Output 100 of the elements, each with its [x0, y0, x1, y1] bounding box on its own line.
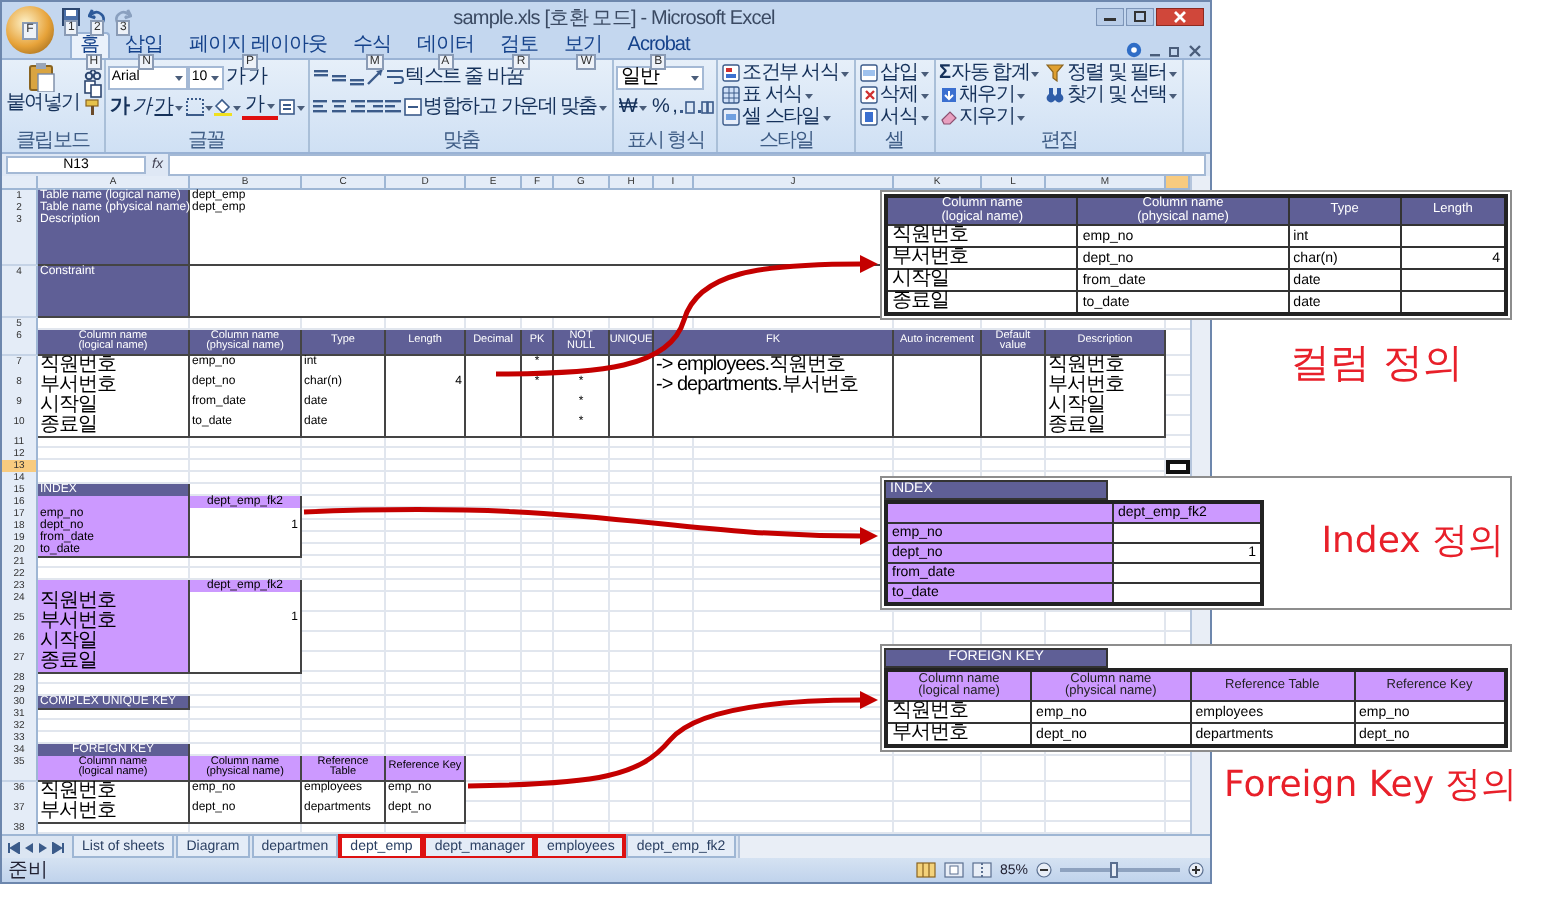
first-sheet-icon[interactable] — [8, 841, 20, 853]
minimize-icon[interactable] — [1096, 8, 1124, 26]
table-cell: 부서번호 — [1046, 376, 1166, 398]
toolbar-button[interactable]: 찾기 및 선택 — [1044, 84, 1181, 106]
decrease-indent-icon[interactable] — [365, 98, 384, 116]
increase-indent-icon[interactable] — [383, 98, 402, 116]
border-icon[interactable] — [186, 98, 205, 116]
previous-sheet-icon[interactable] — [24, 841, 34, 853]
caret-icon — [919, 69, 929, 77]
insert-cells-icon — [860, 64, 879, 82]
help-icon[interactable] — [1126, 42, 1142, 58]
align-center-icon[interactable] — [329, 98, 348, 116]
table-cell: -> employees.직원번호 — [654, 356, 894, 378]
binoculars-icon — [1046, 86, 1065, 104]
orientation-icon[interactable] — [365, 68, 384, 86]
autosum-button[interactable]: Σ자동 합계 — [937, 62, 1043, 84]
decrease-decimal-icon[interactable] — [696, 98, 715, 116]
caret-icon — [209, 73, 220, 81]
table-cell: 부서번호 — [38, 802, 190, 824]
ribbon-tab[interactable]: 페이지 레이아웃 — [179, 32, 337, 58]
group-label: 스타일 — [756, 132, 816, 152]
fill-icon — [939, 86, 957, 104]
last-sheet-icon[interactable] — [52, 841, 64, 853]
table-cell — [894, 356, 982, 378]
table-cell: 직원번호 — [1046, 356, 1166, 378]
phonetic-icon[interactable] — [277, 98, 296, 116]
ribbon-tab[interactable]: 보기 — [553, 32, 612, 58]
table-cell — [466, 416, 522, 438]
toolbar-button[interactable]: 병합하고 가운데 맞춤 — [401, 96, 611, 118]
table-cell — [386, 356, 466, 378]
caret-icon — [690, 73, 701, 81]
eraser-icon — [939, 108, 957, 126]
fill-color-icon[interactable] — [214, 98, 233, 116]
toolbar-button[interactable]: 가 — [223, 66, 247, 88]
caret-icon — [638, 103, 649, 111]
close-icon[interactable] — [1188, 43, 1202, 57]
toolbar-button[interactable]: 표 서식 — [720, 84, 853, 106]
toolbar-button[interactable]: ₩ — [616, 96, 651, 118]
caret-icon — [1030, 69, 1041, 77]
toolbar-button[interactable]: % — [650, 96, 671, 118]
page-break-icon[interactable] — [971, 862, 992, 878]
toolbar-button[interactable]: , — [670, 96, 679, 118]
caret-icon — [821, 113, 832, 121]
table-cell: 직원번호 — [886, 701, 1032, 723]
toolbar-button[interactable]: 조건부 서식 — [720, 62, 853, 84]
table-cell — [386, 416, 466, 438]
delete-cells-icon — [860, 86, 879, 104]
close-icon[interactable] — [1156, 8, 1204, 26]
align-right-icon[interactable] — [347, 98, 366, 116]
next-sheet-icon[interactable] — [38, 841, 48, 853]
caret-icon — [265, 101, 276, 109]
annotation-label: 컬럼 정의 — [1290, 336, 1463, 390]
toolbar-button[interactable]: 가 — [130, 96, 153, 118]
restore-icon[interactable] — [1168, 43, 1182, 57]
active-cell[interactable] — [1166, 460, 1190, 474]
ribbon-tab[interactable]: Acrobat — [617, 32, 700, 58]
group-label: 셀 — [883, 132, 906, 152]
status-text: 준비 — [8, 859, 48, 881]
table-cell: 종료일 — [38, 652, 190, 674]
toolbar-button[interactable]: 가 — [152, 96, 187, 118]
table-cell — [190, 592, 302, 614]
toolbar-button[interactable]: 삭제 — [858, 84, 931, 106]
normal-view-icon[interactable] — [915, 862, 936, 878]
paste-icon[interactable] — [28, 62, 57, 92]
caret-icon — [919, 113, 929, 121]
ribbon-tab[interactable]: 검토 — [489, 32, 548, 58]
maximize-icon[interactable] — [1126, 8, 1154, 26]
undo-icon[interactable] — [88, 8, 106, 26]
horizontal-scrollbar[interactable] — [737, 836, 1210, 858]
ribbon-tab[interactable]: 수식 — [342, 32, 401, 58]
number-format-field[interactable]: 일반 — [616, 65, 705, 89]
zoom-in-icon[interactable] — [1188, 862, 1204, 878]
ribbon-tab[interactable]: 삽입 — [115, 32, 173, 58]
toolbar-button[interactable]: 셀 스타일 — [720, 106, 853, 128]
zoom-out-icon[interactable] — [1036, 862, 1052, 878]
copy-icon[interactable] — [83, 80, 102, 98]
caret-icon — [598, 103, 609, 111]
formula-field[interactable] — [168, 154, 1206, 176]
table-cell: 부서번호 — [38, 376, 190, 398]
toolbar-button[interactable]: 정렬 및 필터 — [1044, 62, 1181, 84]
table-cell — [522, 416, 554, 438]
page-layout-icon[interactable] — [943, 862, 964, 878]
window-title: sample.xls [호환 모드] - Microsoft Excel — [451, 5, 777, 31]
toolbar-button[interactable]: 서식 — [858, 106, 931, 128]
increase-decimal-icon[interactable] — [678, 98, 697, 116]
caret-icon — [204, 103, 215, 111]
slider-thumb[interactable] — [1110, 862, 1118, 878]
table-cell: 부서번호 — [886, 247, 1078, 269]
caret-icon — [919, 91, 929, 99]
funnel-icon — [1046, 64, 1065, 82]
caret-icon — [174, 103, 185, 111]
ribbon-button[interactable]: 붙여넣기 — [4, 62, 82, 114]
toolbar-button[interactable]: 지우기 — [937, 106, 1043, 128]
table-cell — [610, 416, 654, 438]
brush-icon[interactable] — [83, 98, 102, 116]
align-left-icon[interactable] — [311, 98, 330, 116]
toolbar-button[interactable]: 가 — [107, 96, 131, 118]
toolbar-button[interactable]: 삽입 — [858, 62, 931, 84]
ribbon-tab[interactable]: 데이터 — [406, 32, 484, 58]
toolbar-button[interactable]: 채우기 — [937, 84, 1043, 106]
